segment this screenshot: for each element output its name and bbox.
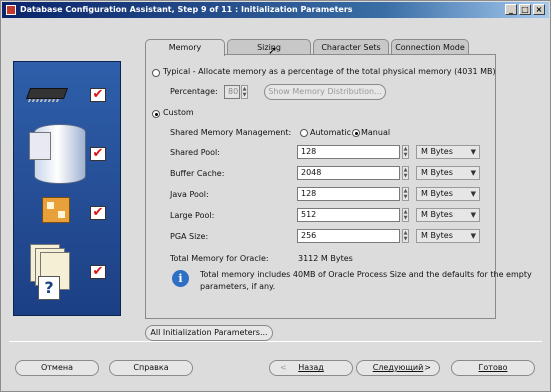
finish-label: Готово: [478, 363, 508, 372]
title-bar: Database Configuration Assistant, Step 9…: [2, 2, 549, 18]
next-arrow-icon: >: [424, 363, 431, 372]
smm-manual-label: Manual: [361, 128, 391, 137]
chevron-down-icon: ▼: [470, 232, 476, 240]
row-label: Buffer Cache:: [170, 169, 225, 178]
dbca-window: Database Configuration Assistant, Step 9…: [0, 0, 551, 392]
spin-down-icon: ▼: [403, 236, 408, 242]
pga-size-spinner[interactable]: ▲ ▼: [402, 229, 409, 243]
check-icon: ✔: [90, 206, 106, 220]
shared-pool-unit-select[interactable]: M Bytes ▼: [416, 145, 480, 159]
check-icon: ✔: [90, 147, 106, 161]
shared-pool-spinner[interactable]: ▲ ▼: [402, 145, 409, 159]
info-icon: i: [172, 270, 189, 287]
row-label: Large Pool:: [170, 211, 215, 220]
custom-radio[interactable]: [152, 110, 160, 118]
shared-memory-management-label: Shared Memory Management:: [170, 128, 292, 137]
show-memory-distribution-button[interactable]: Show Memory Distribution...: [264, 84, 386, 100]
row-label: PGA Size:: [170, 232, 209, 241]
maximize-button[interactable]: □: [519, 4, 531, 15]
info-text-line2: parameters, if any.: [200, 282, 276, 291]
unit-value: M Bytes: [421, 168, 453, 177]
total-memory-label: Total Memory for Oracle:: [170, 254, 269, 263]
cancel-button[interactable]: Отмена: [15, 360, 99, 376]
spin-down-icon: ▼: [242, 92, 247, 98]
unit-value: M Bytes: [421, 210, 453, 219]
pga-size-unit-select[interactable]: M Bytes ▼: [416, 229, 480, 243]
tab-memory[interactable]: Memory: [145, 39, 225, 56]
shapes-box-icon: [42, 197, 70, 223]
total-memory-value: 3112 M Bytes: [298, 254, 353, 263]
pga-size-input[interactable]: 256: [297, 229, 400, 243]
large-pool-spinner[interactable]: ▲ ▼: [402, 208, 409, 222]
unit-value: M Bytes: [421, 189, 453, 198]
typical-label: Typical - Allocate memory as a percentag…: [163, 67, 496, 76]
window-controls: _ □ ×: [505, 4, 545, 15]
next-button[interactable]: Следующий >: [356, 360, 440, 376]
memory-chip-icon: [25, 88, 69, 99]
java-pool-input[interactable]: 128: [297, 187, 400, 201]
finish-button[interactable]: Готово: [451, 360, 535, 376]
spin-down-icon: ▼: [403, 173, 408, 179]
chevron-down-icon: ▼: [470, 169, 476, 177]
percentage-spinner[interactable]: ▲ ▼: [241, 85, 248, 99]
buffer-cache-spinner[interactable]: ▲ ▼: [402, 166, 409, 180]
shared-pool-input[interactable]: 128: [297, 145, 400, 159]
typical-radio[interactable]: [152, 69, 160, 77]
check-icon: ✔: [90, 88, 106, 102]
unit-value: M Bytes: [421, 231, 453, 240]
tab-connection-mode[interactable]: Connection Mode: [391, 39, 469, 55]
chevron-down-icon: ▼: [470, 148, 476, 156]
tab-character-sets[interactable]: Character Sets: [313, 39, 389, 55]
footer-separator: [9, 341, 542, 342]
chevron-down-icon: ▼: [470, 190, 476, 198]
spin-down-icon: ▼: [403, 152, 408, 158]
check-icon: ✔: [90, 265, 106, 279]
app-icon: [6, 5, 16, 15]
back-button[interactable]: < Назад: [269, 360, 353, 376]
all-initialization-parameters-button[interactable]: All Initialization Parameters...: [145, 325, 273, 341]
large-pool-input[interactable]: 512: [297, 208, 400, 222]
percentage-input[interactable]: 80: [224, 85, 240, 99]
java-pool-spinner[interactable]: ▲ ▼: [402, 187, 409, 201]
back-arrow-icon: <: [280, 363, 287, 372]
smm-automatic-label: Automatic: [310, 128, 352, 137]
unit-value: M Bytes: [421, 147, 453, 156]
window-title: Database Configuration Assistant, Step 9…: [20, 5, 353, 14]
close-button[interactable]: ×: [533, 4, 545, 15]
java-pool-unit-select[interactable]: M Bytes ▼: [416, 187, 480, 201]
memory-tab-panel: Typical - Allocate memory as a percentag…: [145, 54, 532, 319]
smm-automatic-radio[interactable]: [300, 129, 308, 137]
buffer-cache-unit-select[interactable]: M Bytes ▼: [416, 166, 480, 180]
document-icon: [29, 132, 51, 160]
spin-down-icon: ▼: [403, 215, 408, 221]
smm-manual-radio[interactable]: [352, 129, 360, 137]
question-icon: ?: [38, 276, 60, 300]
back-label: Назад: [298, 363, 324, 372]
spin-down-icon: ▼: [403, 194, 408, 200]
large-pool-unit-select[interactable]: M Bytes ▼: [416, 208, 480, 222]
buffer-cache-input[interactable]: 2048: [297, 166, 400, 180]
next-label: Следующий: [372, 363, 424, 372]
info-text-line1: Total memory includes 40MB of Oracle Pro…: [200, 270, 532, 279]
help-button[interactable]: Справка: [109, 360, 193, 376]
row-label: Shared Pool:: [170, 148, 220, 157]
percentage-label: Percentage:: [170, 87, 218, 96]
wizard-illustration: ? ✔ ✔ ✔ ✔: [13, 61, 121, 316]
chevron-down-icon: ▼: [470, 211, 476, 219]
minimize-button[interactable]: _: [505, 4, 517, 15]
custom-label: Custom: [163, 108, 194, 117]
row-label: Java Pool:: [170, 190, 209, 199]
